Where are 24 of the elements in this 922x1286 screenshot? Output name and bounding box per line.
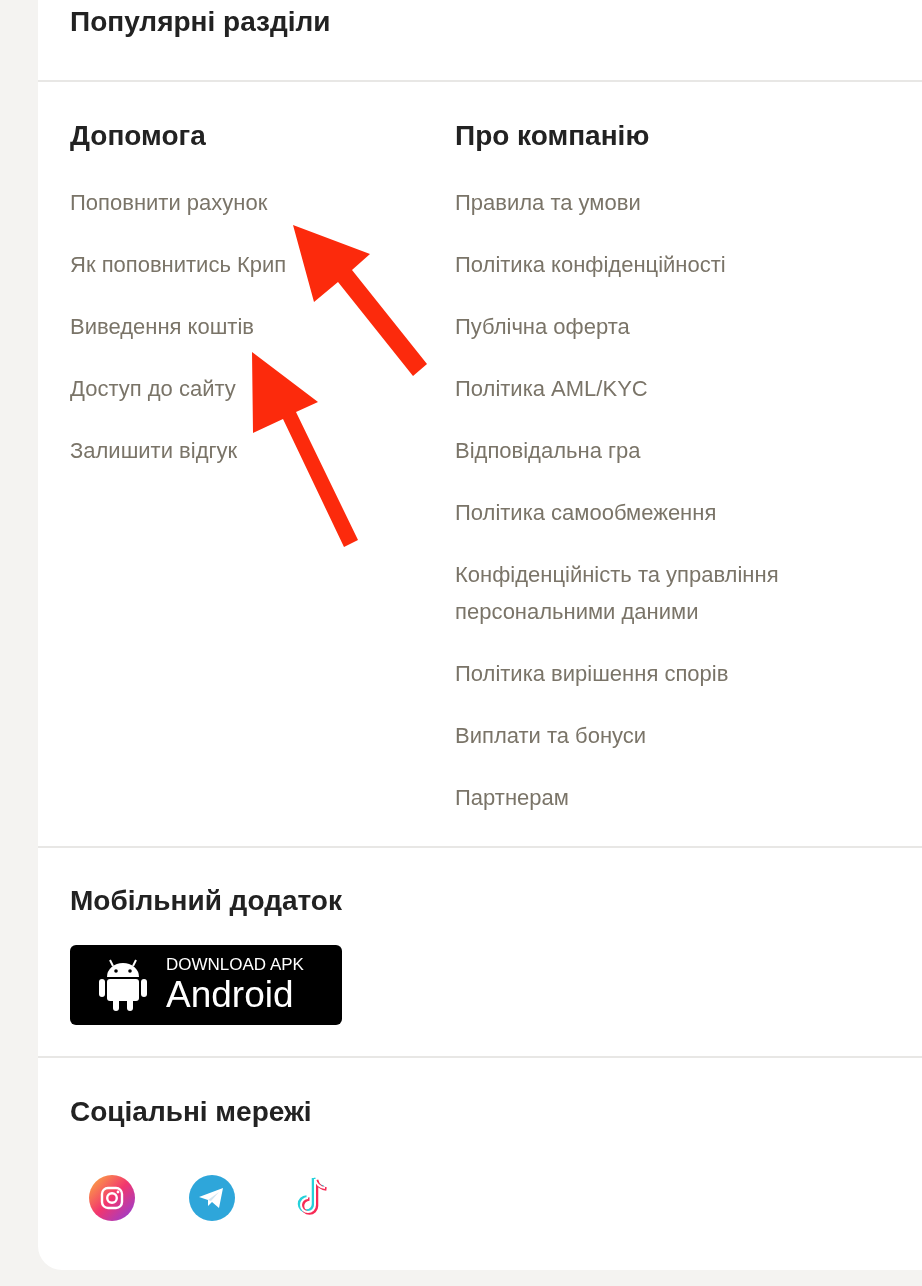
footer-link[interactable]: Конфіденційність та управління персональними даними (455, 556, 835, 630)
footer-link[interactable]: Партнерам (455, 779, 569, 816)
footer-link[interactable]: Залишити відгук (70, 432, 238, 469)
download-apk-button[interactable]: DOWNLOAD APK Android (70, 945, 342, 1025)
footer-link[interactable]: Виплати та бонуси (455, 717, 647, 754)
footer-link[interactable]: Як поповнитись Крип (70, 246, 287, 283)
footer-link[interactable]: Правила та умови (455, 184, 641, 221)
footer-link[interactable]: Відповідальна гра (455, 432, 641, 469)
footer-link[interactable]: Поповнити рахунок (70, 184, 268, 221)
footer-link[interactable]: Політика конфіденційності (455, 246, 726, 283)
footer-link[interactable]: Доступ до сайту (70, 370, 236, 407)
footer-link[interactable]: Політика AML/KYC (455, 370, 648, 407)
footer-link[interactable]: Публічна оферта (455, 308, 630, 345)
android-robot-icon (98, 957, 148, 1013)
section-title: Соціальні мережі (70, 1095, 313, 1129)
telegram-icon[interactable] (189, 1175, 235, 1221)
column-heading: Про компанію (455, 119, 651, 153)
footer-link[interactable]: Політика вирішення спорів (455, 655, 729, 692)
footer-link[interactable]: Виведення коштів (70, 308, 254, 345)
instagram-icon[interactable] (89, 1175, 135, 1221)
section-title: Популярні разділи (70, 5, 332, 39)
footer-link[interactable]: Політика самообмеження (455, 494, 717, 531)
column-heading: Допомога (70, 119, 207, 153)
section-title: Мобільний додаток (70, 884, 343, 918)
